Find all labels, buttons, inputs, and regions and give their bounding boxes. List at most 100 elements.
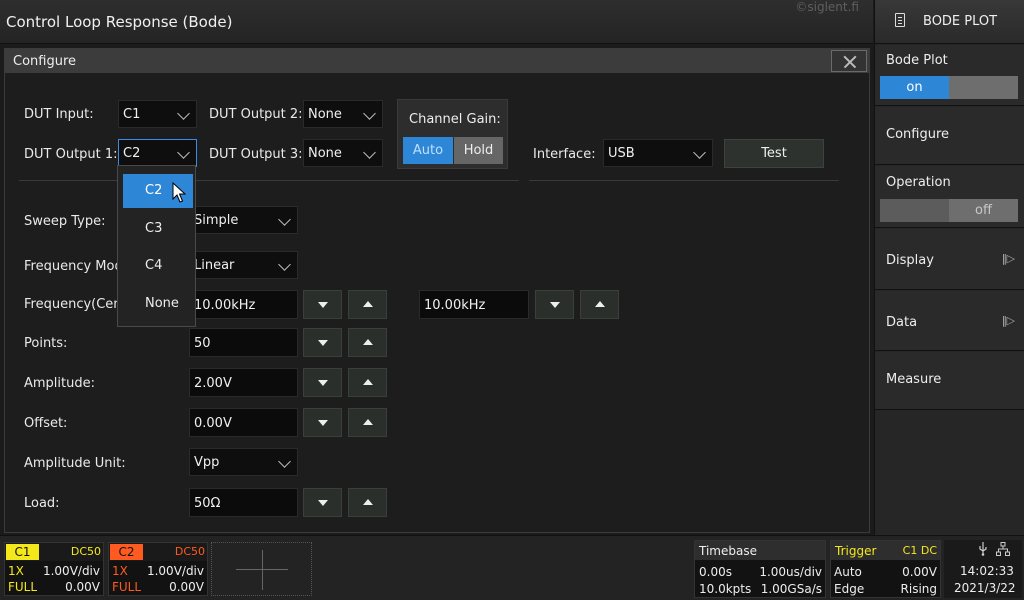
arrow-down-icon [318,420,328,426]
arrow-down-icon [318,380,328,386]
channel-1-probe: 1X [8,564,24,578]
frequency-mode-value: Linear [194,258,235,273]
arrow-up-icon [363,301,373,307]
menu-item-measure[interactable]: Measure [875,352,1024,410]
timebase-box[interactable]: Timebase 0.00s 1.00us/div 10.0kpts 1.00G… [694,540,826,598]
chevron-down-icon [278,455,291,468]
amplitude-value: 2.00V [194,376,232,391]
load-increment-button[interactable] [348,488,387,517]
points-field[interactable]: 50 [189,328,298,357]
gain-auto-button[interactable]: Auto [403,137,453,164]
frequency-mode-select[interactable]: Linear [189,251,298,279]
status-bar: C1 DC50 1X 1.00V/div FULL 0.00V C2 DC50 … [0,535,1024,600]
trigger-mode: Auto [834,565,862,579]
chevron-down-icon [363,107,376,120]
amplitude-label: Amplitude: [24,376,95,391]
arrow-down-icon [550,302,560,308]
measure-label: Measure [886,372,942,387]
trigger-box[interactable]: Trigger C1 DC Auto 0.00V Edge Rising [830,540,941,598]
mouse-cursor-icon [172,182,186,203]
points-increment-button[interactable] [348,328,387,357]
chevron-down-icon [278,213,291,226]
amplitude-decrement-button[interactable] [303,368,342,397]
data-label: Data [886,315,918,330]
channel-gain-label: Channel Gain: [409,112,501,127]
load-label: Load: [24,496,60,511]
trigger-source: C1 DC [902,544,937,557]
frequency-span-value: 10.00kHz [424,298,486,313]
menu-item-configure[interactable]: Configure [875,107,1024,165]
span-increment-button[interactable] [580,290,619,319]
dut-output1-value: C2 [123,146,141,161]
dut-input-label: DUT Input: [24,107,94,122]
frequency-value: 10.00kHz [194,298,256,313]
amplitude-unit-label: Amplitude Unit: [24,456,126,471]
add-channel-plus-icon[interactable] [211,542,312,596]
close-icon[interactable] [831,50,867,72]
amplitude-unit-value: Vpp [194,455,220,470]
channel-2-offset: 0.00V [169,580,204,594]
channel-gain-group: Channel Gain: Auto Hold [397,99,508,169]
load-decrement-button[interactable] [303,488,342,517]
channel-1-bandwidth: FULL [8,580,38,594]
channel-1-offset: 0.00V [65,580,100,594]
dut-input-select[interactable]: C1 [118,100,197,128]
offset-field[interactable]: 0.00V [189,408,298,437]
offset-decrement-button[interactable] [303,408,342,437]
submenu-arrow-icon: || ▷ [1001,314,1015,327]
bode-plot-toggle[interactable]: on [880,76,1018,99]
menu-header-label: BODE PLOT [923,14,998,29]
chevron-down-icon [693,146,706,159]
dut-output1-select[interactable]: C2 [118,139,197,167]
toggle-off-state: off [949,199,1018,222]
frequency-increment-button[interactable] [348,290,387,319]
toggle-on-state: on [880,76,949,99]
operation-toggle[interactable]: off [880,199,1018,222]
toggle-off-half [949,76,1018,99]
channel-2-coupling: DC50 [174,545,205,558]
timebase-points: 10.0kpts [699,582,752,596]
watermark: ©siglent.fi [795,0,859,14]
frequency-field[interactable]: 10.00kHz [189,290,298,319]
offset-increment-button[interactable] [348,408,387,437]
trigger-slope: Rising [900,582,937,596]
frequency-decrement-button[interactable] [303,290,342,319]
amplitude-field[interactable]: 2.00V [189,368,298,397]
amplitude-increment-button[interactable] [348,368,387,397]
dropdown-option-c4[interactable]: C4 [123,249,193,283]
menu-item-data[interactable]: Data || ▷ [875,291,1024,351]
clock-box: 14:02:33 2021/3/22 [944,540,1022,598]
gain-hold-button[interactable]: Hold [454,137,503,164]
interface-select[interactable]: USB [603,139,713,167]
offset-label: Offset: [24,416,68,431]
window-title: Control Loop Response (Bode) [6,13,233,31]
offset-value: 0.00V [194,416,232,431]
channel-2-probe: 1X [112,564,128,578]
test-button[interactable]: Test [724,139,824,168]
trigger-title: Trigger [835,544,877,558]
channel-2-box[interactable]: C2 DC50 1X 1.00V/div FULL 0.00V [108,542,208,596]
menu-header[interactable]: BODE PLOT [875,0,1024,44]
sweep-type-select[interactable]: Simple [189,206,298,234]
dropdown-option-c3[interactable]: C3 [123,212,193,246]
arrow-up-icon [363,419,373,425]
divider [19,180,519,181]
arrow-up-icon [595,301,605,307]
divider [529,180,839,181]
span-decrement-button[interactable] [535,290,574,319]
arrow-down-icon [318,500,328,506]
dut-output2-select[interactable]: None [303,100,383,128]
points-decrement-button[interactable] [303,328,342,357]
chevron-down-icon [363,146,376,159]
menu-item-bode-plot[interactable]: Bode Plot on [875,45,1024,106]
dropdown-option-none[interactable]: None [123,287,193,321]
dut-output3-select[interactable]: None [303,139,383,167]
dialog-title: Configure [13,54,77,69]
amplitude-unit-select[interactable]: Vpp [189,448,298,476]
channel-1-box[interactable]: C1 DC50 1X 1.00V/div FULL 0.00V [4,542,104,596]
frequency-span-field[interactable]: 10.00kHz [419,290,529,319]
load-field[interactable]: 50Ω [189,488,298,517]
menu-item-display[interactable]: Display || ▷ [875,229,1024,290]
load-value: 50Ω [194,496,221,511]
menu-item-operation[interactable]: Operation off [875,166,1024,228]
